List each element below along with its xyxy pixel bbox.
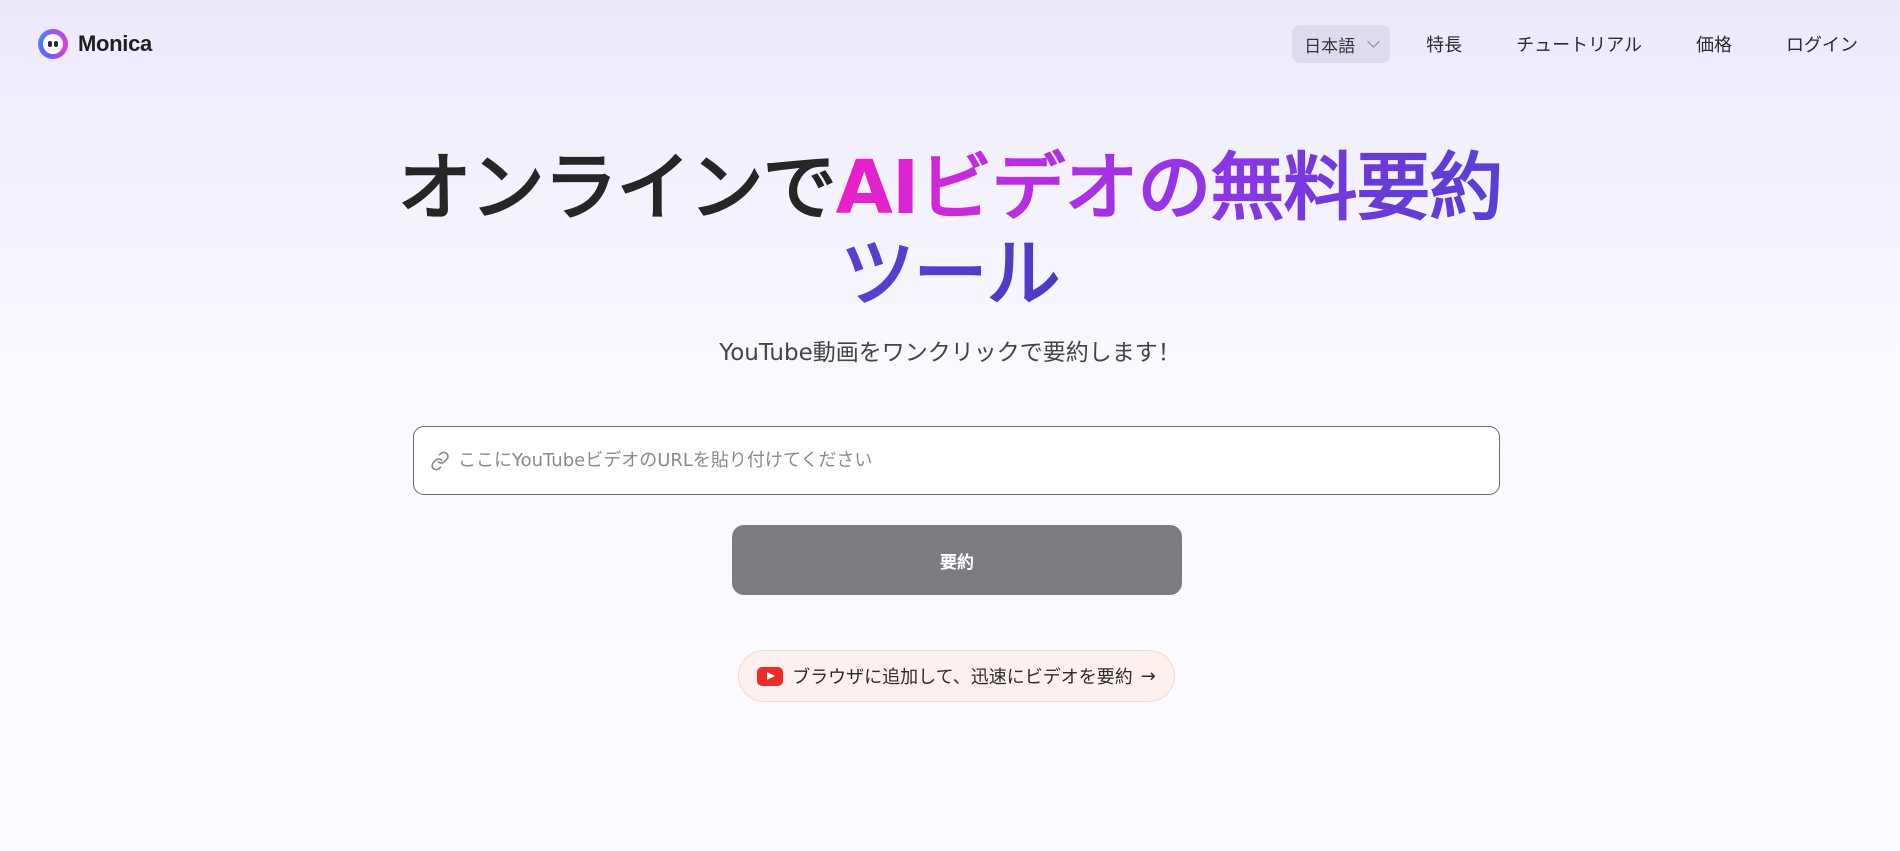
youtube-icon xyxy=(757,666,784,686)
arrow-right-icon: → xyxy=(1140,665,1156,687)
monica-logo[interactable]: Monica xyxy=(38,28,152,60)
hero-title-part2: AIビデオの無料要約 xyxy=(835,145,1504,231)
nav-link-pricing[interactable]: 価格 xyxy=(1696,31,1732,57)
top-nav: 日本語 特長 チュートリアル 価格 ログイン xyxy=(1292,25,1858,63)
nav-link-features[interactable]: 特長 xyxy=(1426,31,1462,57)
monica-logo-icon xyxy=(38,29,68,59)
hero-title-part1: オンラインで xyxy=(397,145,837,231)
youtube-url-input[interactable] xyxy=(458,427,1499,494)
hero-title-part3: ツール xyxy=(840,231,1061,317)
hero-subtitle: YouTube動画をワンクリックで要約します！ xyxy=(719,340,1181,366)
nav-link-tutorial[interactable]: チュートリアル xyxy=(1516,31,1642,57)
site-header: Monica 日本語 特長 チュートリアル 価格 ログイン xyxy=(0,0,1900,88)
add-extension-text: ブラウザに追加して、迅速にビデオを要約 xyxy=(792,667,1133,688)
language-selector-value: 日本語 xyxy=(1304,36,1356,57)
chevron-down-icon xyxy=(1367,34,1381,48)
link-icon xyxy=(431,450,449,471)
language-selector[interactable]: 日本語 xyxy=(1292,25,1391,63)
hero-title: オンラインでAIビデオの無料要約 ツール xyxy=(0,145,1900,317)
add-extension-link[interactable]: ブラウザに追加して、迅速にビデオを要約 → xyxy=(738,650,1175,702)
summarize-button[interactable]: 要約 xyxy=(732,525,1182,595)
logo-text: Monica xyxy=(78,31,152,56)
nav-link-login[interactable]: ログイン xyxy=(1786,31,1858,57)
url-input-container xyxy=(413,426,1500,495)
